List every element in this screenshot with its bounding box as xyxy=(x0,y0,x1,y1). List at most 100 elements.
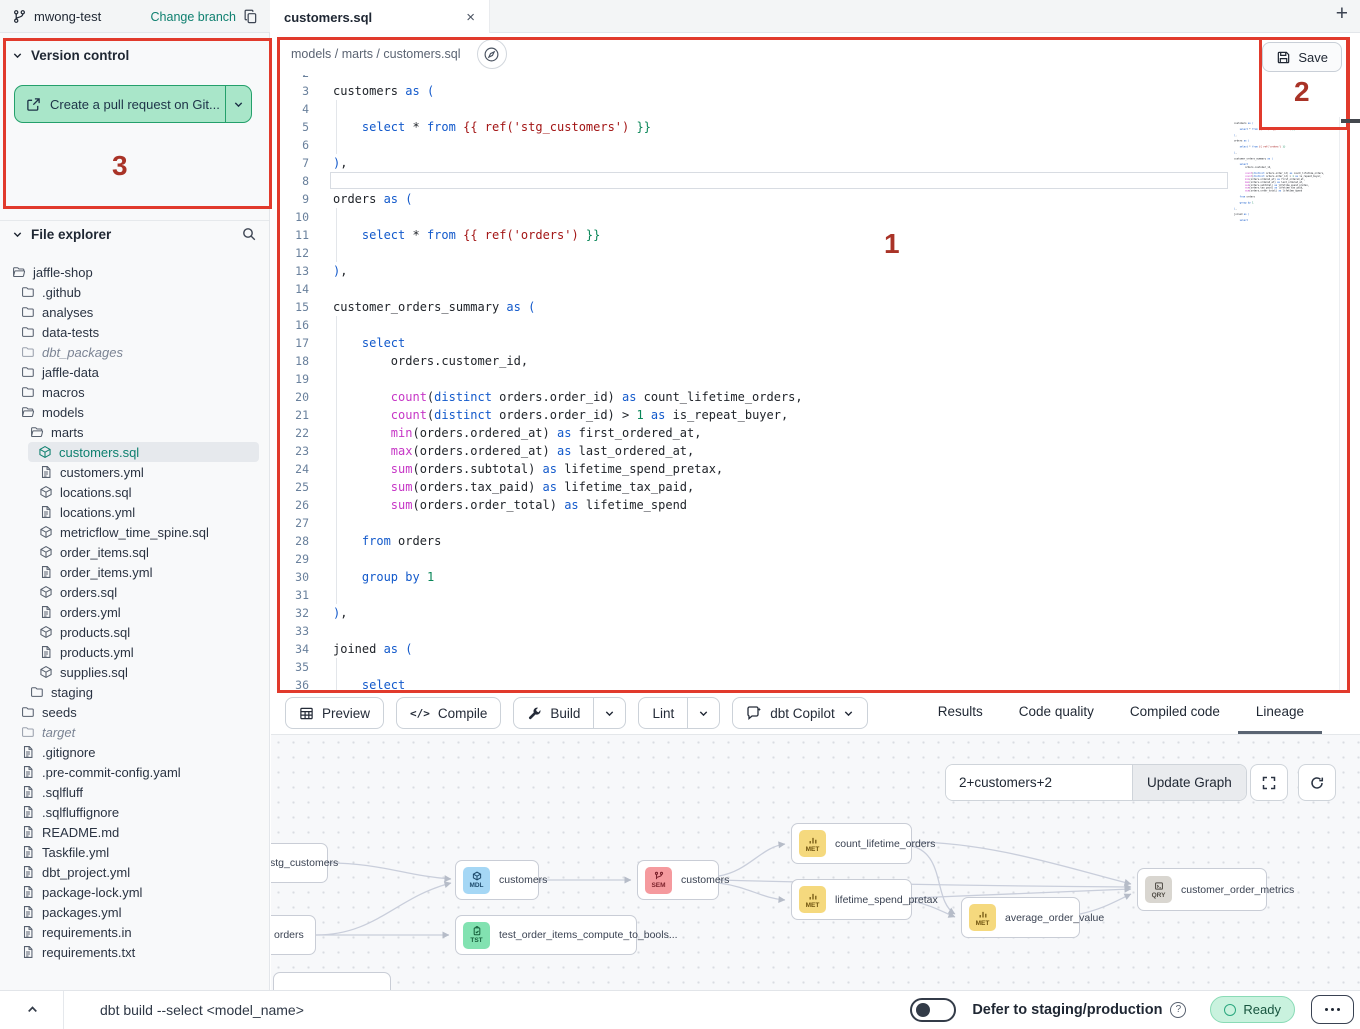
ready-status-badge[interactable]: Ready xyxy=(1210,996,1295,1023)
save-button[interactable]: Save xyxy=(1262,42,1342,72)
lineage-node-orders[interactable]: MDLorders xyxy=(271,915,316,955)
file-tree-item[interactable]: order_items.yml xyxy=(0,562,269,582)
file-tree-item[interactable]: target xyxy=(0,722,269,742)
code-area[interactable]: 23customers as (45 select * from {{ ref(… xyxy=(271,75,1360,692)
file-tree-item[interactable]: requirements.txt xyxy=(0,942,269,962)
file-explorer-header[interactable]: File explorer xyxy=(0,226,269,242)
tab-results[interactable]: Results xyxy=(920,692,1001,734)
file-tree-item[interactable]: .gitignore xyxy=(0,742,269,762)
file-tree-item[interactable]: marts xyxy=(0,422,269,442)
tab-code-quality[interactable]: Code quality xyxy=(1001,692,1112,734)
file-tree-item[interactable]: products.yml xyxy=(0,642,269,662)
build-button[interactable]: Build xyxy=(514,698,593,728)
tab-lineage[interactable]: Lineage xyxy=(1238,692,1322,734)
file-tree-item[interactable]: orders.sql xyxy=(0,582,269,602)
lineage-node-customers[interactable]: SEMcustomers xyxy=(637,860,719,900)
lineage-node-stg-customers[interactable]: MDLstg_customers xyxy=(271,843,328,883)
file-tree-item[interactable]: requirements.in xyxy=(0,922,269,942)
file-tree-item[interactable]: order_items.sql xyxy=(0,542,269,562)
code-line[interactable]: 24 sum(orders.subtotal) as lifetime_spen… xyxy=(271,460,1360,478)
lineage-node-count-lifetime-orders[interactable]: METcount_lifetime_orders xyxy=(791,823,912,864)
code-line[interactable]: 4 xyxy=(271,100,1360,118)
code-line[interactable]: 6 xyxy=(271,136,1360,154)
file-tree-item[interactable]: customers.sql xyxy=(28,442,259,462)
update-graph-button[interactable]: Update Graph xyxy=(1132,765,1246,800)
fullscreen-button[interactable] xyxy=(1250,764,1288,801)
code-line[interactable]: 9orders as ( xyxy=(271,190,1360,208)
file-tree-item[interactable]: package-lock.yml xyxy=(0,882,269,902)
file-tree-item[interactable]: locations.yml xyxy=(0,502,269,522)
code-line[interactable]: 12 xyxy=(271,244,1360,262)
code-line[interactable]: 31 xyxy=(271,586,1360,604)
help-icon[interactable]: ? xyxy=(1170,1002,1186,1018)
code-line[interactable]: 14 xyxy=(271,280,1360,298)
pr-dropdown-toggle[interactable] xyxy=(225,86,251,122)
file-tree-item[interactable]: orders.yml xyxy=(0,602,269,622)
code-line[interactable]: 8 xyxy=(271,172,1360,190)
tab-close-icon[interactable]: × xyxy=(466,9,475,26)
editor-scrollbar[interactable] xyxy=(1339,117,1340,692)
file-tree-item[interactable]: .pre-commit-config.yaml xyxy=(0,762,269,782)
command-bar-expand-icon[interactable] xyxy=(26,1003,39,1016)
code-line[interactable]: 10 xyxy=(271,208,1360,226)
copy-branch-icon[interactable] xyxy=(243,9,258,24)
file-tree-item[interactable]: customers.yml xyxy=(0,462,269,482)
file-tree-item[interactable]: models xyxy=(0,402,269,422)
code-line[interactable]: 30 group by 1 xyxy=(271,568,1360,586)
new-tab-button[interactable]: + xyxy=(1336,2,1348,26)
code-line[interactable]: 22 min(orders.ordered_at) as first_order… xyxy=(271,424,1360,442)
version-control-header[interactable]: Version control xyxy=(0,48,269,63)
more-options-button[interactable] xyxy=(1311,995,1354,1024)
change-branch-link[interactable]: Change branch xyxy=(151,10,236,24)
code-line[interactable]: 7), xyxy=(271,154,1360,172)
compile-button[interactable]: </> Compile xyxy=(396,697,501,729)
file-tree-item[interactable]: products.sql xyxy=(0,622,269,642)
file-tree-item[interactable]: .github xyxy=(0,282,269,302)
code-line[interactable]: 16 xyxy=(271,316,1360,334)
lineage-node-average-order-value[interactable]: METaverage_order_value xyxy=(961,897,1080,938)
file-tree-item[interactable]: metricflow_time_spine.sql xyxy=(0,522,269,542)
code-line[interactable]: 5 select * from {{ ref('stg_customers') … xyxy=(271,118,1360,136)
code-line[interactable]: 36 select xyxy=(271,676,1360,692)
lineage-node[interactable] xyxy=(273,972,391,990)
code-line[interactable]: 20 count(distinct orders.order_id) as co… xyxy=(271,388,1360,406)
code-line[interactable]: 25 sum(orders.tax_paid) as lifetime_tax_… xyxy=(271,478,1360,496)
file-tree-item[interactable]: jaffle-data xyxy=(0,362,269,382)
lineage-node-customers[interactable]: MDLcustomers xyxy=(455,860,539,900)
file-tree-item[interactable]: dbt_project.yml xyxy=(0,862,269,882)
command-input[interactable]: dbt build --select <model_name> xyxy=(100,1002,304,1018)
code-line[interactable]: 32), xyxy=(271,604,1360,622)
file-tree-item[interactable]: packages.yml xyxy=(0,902,269,922)
file-tree-item[interactable]: .sqlfluff xyxy=(0,782,269,802)
lint-split-button[interactable]: Lint xyxy=(638,697,720,729)
file-tree-item[interactable]: analyses xyxy=(0,302,269,322)
code-line[interactable]: 35 xyxy=(271,658,1360,676)
file-tree-item[interactable]: jaffle-shop xyxy=(0,262,269,282)
file-tree-item[interactable]: dbt_packages xyxy=(0,342,269,362)
code-line[interactable]: 23 max(orders.ordered_at) as last_ordere… xyxy=(271,442,1360,460)
code-line[interactable]: 27 xyxy=(271,514,1360,532)
lint-dropdown-toggle[interactable] xyxy=(687,698,719,728)
code-line[interactable]: 3customers as ( xyxy=(271,82,1360,100)
dbt-copilot-button[interactable]: dbt Copilot xyxy=(732,697,868,729)
code-line[interactable]: 21 count(distinct orders.order_id) > 1 a… xyxy=(271,406,1360,424)
create-pr-button[interactable]: Create a pull request on Git... xyxy=(14,85,252,123)
code-line[interactable]: 33 xyxy=(271,622,1360,640)
code-line[interactable]: 29 xyxy=(271,550,1360,568)
lineage-node-lifetime-spend-pretax[interactable]: METlifetime_spend_pretax xyxy=(791,879,912,920)
search-icon[interactable] xyxy=(241,226,257,242)
lineage-node-customer-order-metrics[interactable]: QRYcustomer_order_metrics xyxy=(1137,868,1267,911)
file-tree-item[interactable]: Taskfile.yml xyxy=(0,842,269,862)
file-tree-item[interactable]: .sqlfluffignore xyxy=(0,802,269,822)
file-tree-item[interactable]: locations.sql xyxy=(0,482,269,502)
code-line[interactable]: 11 select * from {{ ref('orders') }} xyxy=(271,226,1360,244)
file-tree-item[interactable]: macros xyxy=(0,382,269,402)
code-line[interactable]: 19 xyxy=(271,370,1360,388)
code-line[interactable]: 2 xyxy=(271,75,1360,82)
file-tree-item[interactable]: seeds xyxy=(0,702,269,722)
minimap[interactable]: customers as ( select * from {{ ref('stg… xyxy=(1234,119,1330,679)
code-line[interactable]: 15customer_orders_summary as ( xyxy=(271,298,1360,316)
file-tree-item[interactable]: staging xyxy=(0,682,269,702)
tab-compiled-code[interactable]: Compiled code xyxy=(1112,692,1238,734)
code-line[interactable]: 18 orders.customer_id, xyxy=(271,352,1360,370)
